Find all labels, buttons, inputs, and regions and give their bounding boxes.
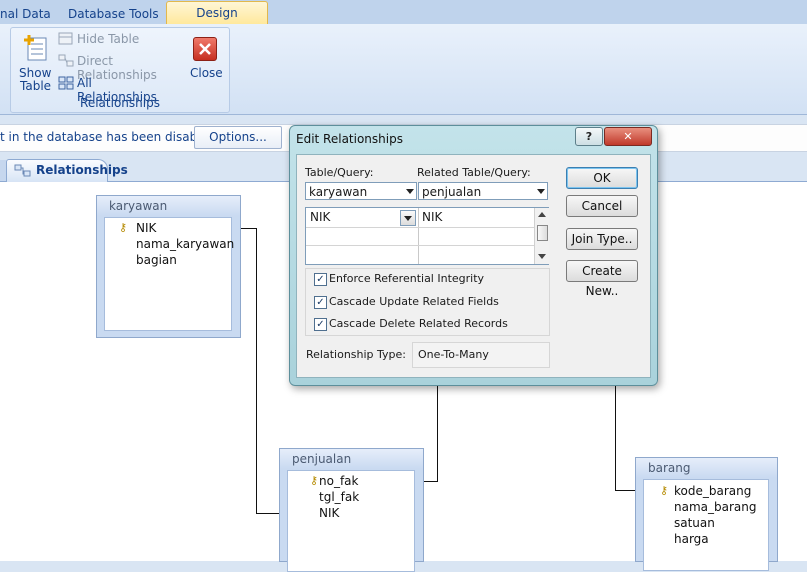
- list-item[interactable]: satuan: [674, 516, 715, 530]
- field-left-value[interactable]: NIK: [310, 210, 330, 224]
- show-table-label-2: Table: [20, 79, 52, 93]
- table-title: karyawan: [97, 196, 240, 216]
- tab-relationships-document[interactable]: Relationships: [6, 159, 128, 182]
- list-item[interactable]: tgl_fak: [319, 490, 359, 504]
- primary-key-icon: ⚷: [119, 221, 128, 234]
- list-item[interactable]: nama_karyawan: [136, 237, 234, 251]
- field-right-value[interactable]: NIK: [422, 210, 442, 224]
- ok-button[interactable]: OK: [566, 167, 638, 189]
- show-table-label-1: Show: [19, 66, 52, 80]
- field-list: ⚷ kode_barang nama_barang satuan harga: [643, 479, 769, 571]
- relationship-line: [422, 481, 438, 482]
- field-list: ⚷ no_fak tgl_fak NIK: [287, 470, 415, 572]
- relationship-line: [256, 513, 280, 514]
- relationship-line: [615, 490, 635, 491]
- cascade-delete-checkbox[interactable]: ✓: [314, 318, 327, 331]
- scroll-up-icon[interactable]: [538, 212, 546, 217]
- cascade-update-label: Cascade Update Related Fields: [329, 295, 499, 308]
- group-label: Relationships: [80, 96, 160, 110]
- relationship-line: [437, 384, 438, 481]
- grid-divider: [418, 208, 419, 264]
- list-item[interactable]: no_fak: [319, 474, 358, 488]
- show-table-button[interactable]: Show Table: [16, 30, 52, 94]
- grid-scrollbar[interactable]: [534, 208, 549, 264]
- dialog-close-button[interactable]: ✕: [604, 127, 652, 146]
- security-message-text: t in the database has been disabled: [0, 130, 216, 144]
- related-table-query-label: Related Table/Query:: [417, 166, 531, 179]
- cascade-delete-label: Cascade Delete Related Records: [329, 317, 508, 330]
- scroll-down-icon[interactable]: [538, 254, 546, 259]
- table-query-label: Table/Query:: [305, 166, 374, 179]
- tab-database-tools[interactable]: Database Tools: [68, 4, 160, 24]
- related-table-query-select[interactable]: penjualan: [418, 182, 548, 200]
- grid-divider: [306, 227, 534, 228]
- relationships-icon: [14, 164, 31, 177]
- list-item[interactable]: harga: [674, 532, 709, 546]
- field-dropdown-button[interactable]: [400, 210, 416, 226]
- related-table-query-value: penjualan: [422, 185, 482, 199]
- relationship-type-label: Relationship Type:: [306, 348, 406, 361]
- hide-table-button[interactable]: Hide Table: [58, 31, 178, 47]
- direct-relationships-icon: [58, 54, 74, 67]
- relationship-line: [240, 228, 256, 229]
- options-button[interactable]: Options...: [194, 126, 282, 149]
- primary-key-icon: ⚷: [660, 484, 669, 497]
- hide-table-label: Hide Table: [77, 32, 140, 46]
- close-label: Close: [190, 66, 223, 80]
- join-type-button[interactable]: Join Type..: [566, 228, 638, 250]
- list-item[interactable]: nama_barang: [674, 500, 756, 514]
- relationships-tab-label: Relationships: [36, 163, 128, 177]
- table-karyawan[interactable]: karyawan ⚷ NIK nama_karyawan bagian: [96, 195, 241, 338]
- hide-table-icon: [58, 32, 73, 45]
- list-item[interactable]: NIK: [136, 221, 156, 235]
- enforce-integrity-checkbox[interactable]: ✓: [314, 273, 327, 286]
- table-penjualan[interactable]: penjualan ⚷ no_fak tgl_fak NIK: [279, 448, 424, 572]
- relationship-line: [256, 228, 257, 513]
- relationship-type-value: One-To-Many: [418, 348, 489, 361]
- table-query-value: karyawan: [309, 185, 368, 199]
- table-barang[interactable]: barang ⚷ kode_barang nama_barang satuan …: [635, 457, 778, 571]
- list-item[interactable]: kode_barang: [674, 484, 751, 498]
- tab-design[interactable]: Design: [166, 1, 268, 25]
- list-item[interactable]: NIK: [319, 506, 339, 520]
- field-list: ⚷ NIK nama_karyawan bagian: [104, 217, 234, 331]
- cancel-button[interactable]: Cancel: [566, 195, 638, 217]
- close-icon: [193, 37, 217, 61]
- chevron-down-icon: [404, 216, 412, 221]
- enforce-integrity-label: Enforce Referential Integrity: [329, 272, 485, 285]
- help-button[interactable]: ?: [575, 127, 603, 146]
- field-grid: NIK NIK: [305, 207, 549, 265]
- all-relationships-icon: [58, 76, 74, 90]
- relationship-type-box: One-To-Many: [412, 342, 550, 368]
- all-relationships-button[interactable]: All Relationships: [58, 75, 168, 104]
- table-title: barang: [636, 458, 777, 478]
- show-table-icon: [24, 35, 47, 61]
- relationship-line: [615, 384, 616, 490]
- dialog-title: Edit Relationships: [296, 132, 403, 146]
- chevron-down-icon: [406, 189, 414, 194]
- chevron-down-icon: [537, 189, 545, 194]
- table-query-select[interactable]: karyawan: [305, 182, 417, 200]
- list-item[interactable]: bagian: [136, 253, 177, 267]
- ribbon-tab-bar: nal Data Database Tools Design: [0, 0, 807, 25]
- grid-divider: [306, 245, 534, 246]
- primary-key-icon: ⚷: [310, 474, 319, 487]
- close-relationships-button[interactable]: Close: [187, 34, 223, 80]
- direct-relationships-button[interactable]: Direct Relationships: [58, 53, 183, 82]
- create-new-button[interactable]: Create New..: [566, 260, 638, 298]
- table-title: penjualan: [280, 449, 423, 469]
- cascade-update-checkbox[interactable]: ✓: [314, 296, 327, 309]
- scroll-thumb[interactable]: [537, 225, 548, 241]
- tab-external-data[interactable]: nal Data: [0, 4, 58, 24]
